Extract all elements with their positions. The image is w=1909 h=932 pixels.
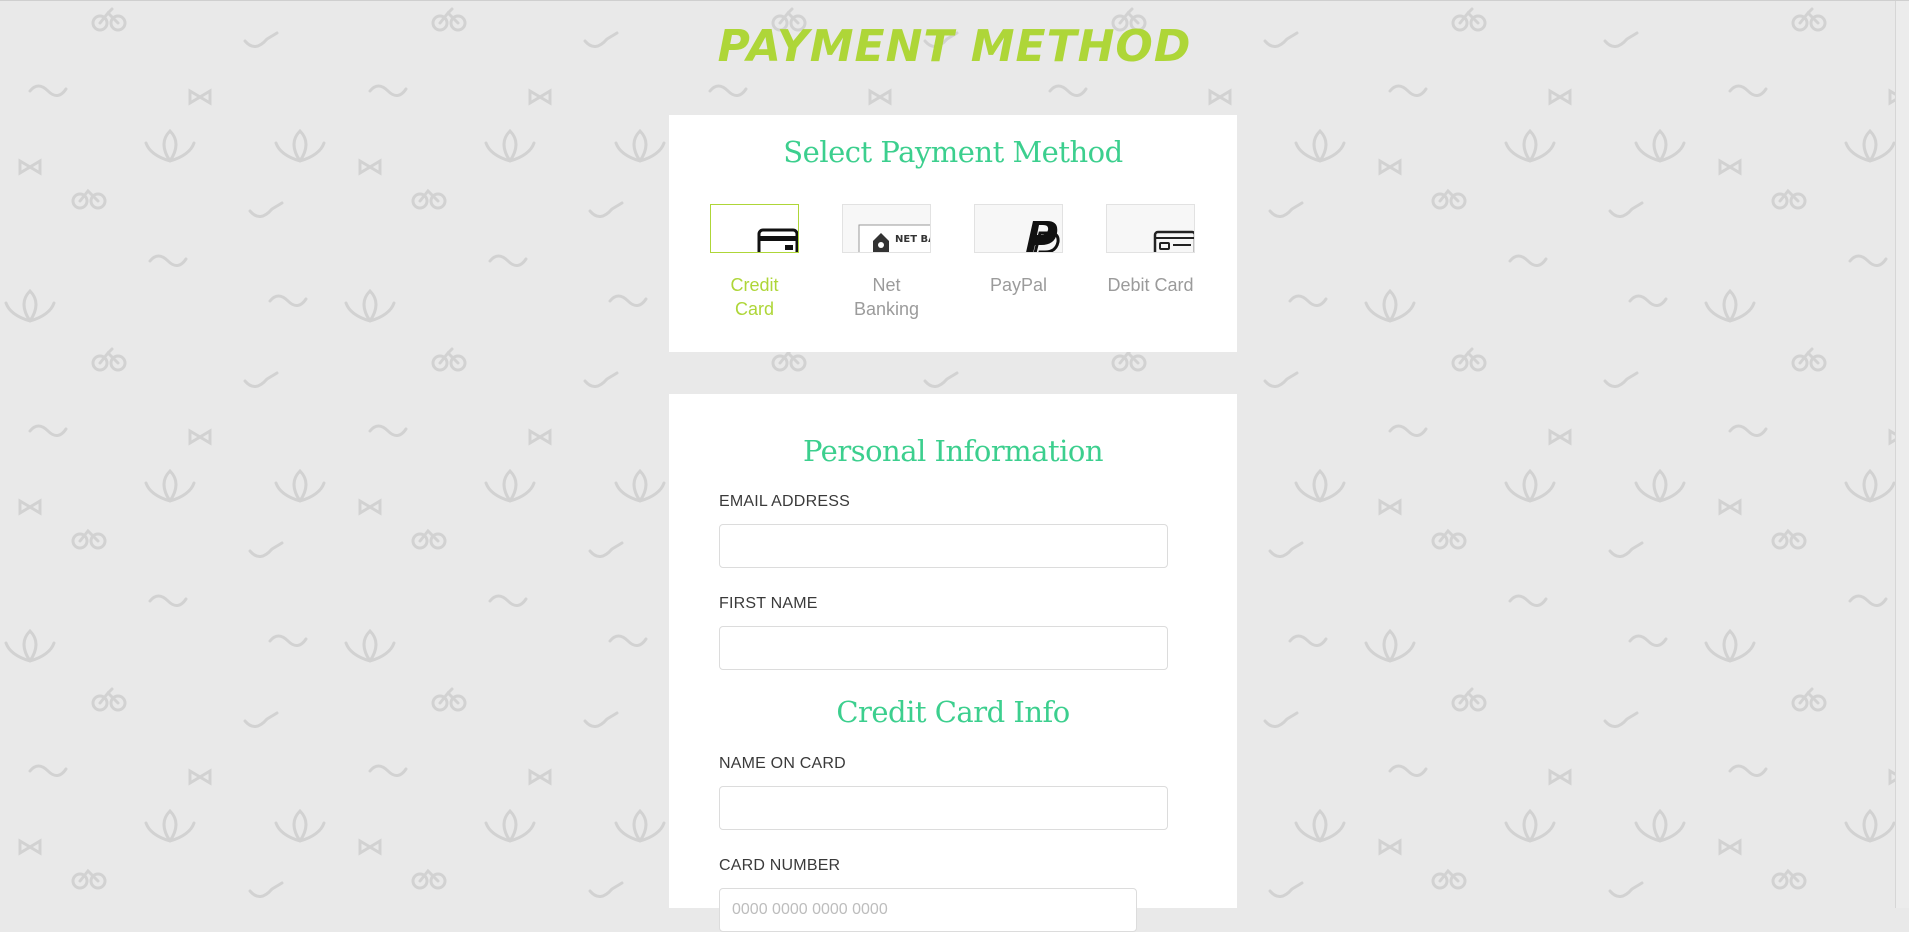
credit-card-icon [710,204,799,253]
select-method-heading: Select Payment Method [783,135,1123,169]
net-banking-icon: NET BANKI [842,204,931,253]
payment-method-card: Select Payment Method Credit Card NET BA… [669,115,1237,352]
card-number-field[interactable] [719,888,1137,932]
paypal-icon [974,204,1063,253]
debit-card-icon [1106,204,1195,253]
page-title: PAYMENT METHOD [717,21,1192,72]
method-option-paypal[interactable]: PayPal [974,204,1063,321]
name-on-card-label: NAME ON CARD [719,755,846,772]
credit-card-info-heading: Credit Card Info [836,695,1070,729]
method-label: Debit Card [1107,275,1194,295]
first-name-field[interactable] [719,626,1168,670]
method-label: Credit Card [730,275,779,319]
payment-method-options: Credit Card NET BANKI Net Banking Pay [710,204,1195,321]
method-label: Net Banking [853,275,920,319]
email-label: EMAIL ADDRESS [719,493,850,510]
method-label: PayPal [989,275,1048,295]
method-option-net-banking[interactable]: NET BANKI Net Banking [842,204,931,321]
personal-info-heading: Personal Information [802,434,1104,468]
name-on-card-field[interactable] [719,786,1168,830]
card-number-label: CARD NUMBER [719,857,841,874]
email-field[interactable] [719,524,1168,568]
net-banking-thumb-text: NET BANKI [895,234,931,245]
first-name-label: FIRST NAME [719,595,818,612]
method-option-debit-card[interactable]: Debit Card [1106,204,1195,321]
method-option-credit-card[interactable]: Credit Card [710,204,799,321]
page-scrollbar[interactable] [1895,1,1909,908]
payment-form-card: Personal Information EMAIL ADDRESS FIRST… [669,394,1237,932]
